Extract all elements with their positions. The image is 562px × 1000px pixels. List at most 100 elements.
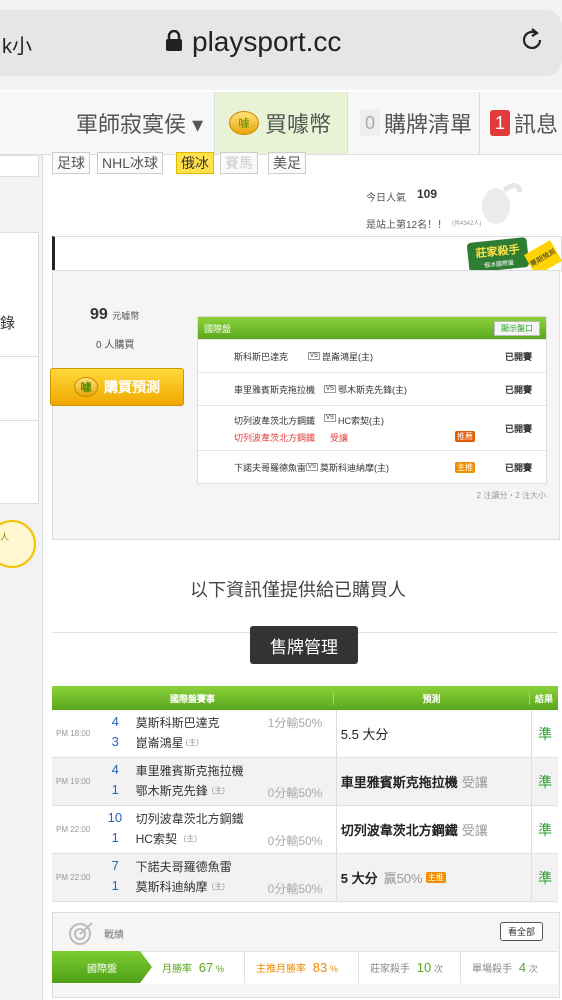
- picks-header-label: 國際盤: [204, 323, 232, 334]
- home-team: 崑崙鴻星: [135, 736, 184, 750]
- row-game: 10 切列波韋茨北方鋼鐵 1 HC索契 (主) 0分輸50%: [100, 806, 337, 853]
- pick-status: 已開賽: [504, 384, 532, 395]
- stat-value: 83: [312, 960, 328, 975]
- stat-single-killer: 單場殺手 4 次: [472, 960, 538, 975]
- pick-status: 已開賽: [504, 423, 532, 434]
- buyer-count: 0 人購買: [96, 340, 135, 351]
- url-text: playsport.cc: [192, 26, 342, 57]
- pick-row: 斯科斯巴達克 VS 崑崙鴻星(主) 已開賽: [198, 339, 546, 372]
- stat-label: 莊家殺手: [370, 964, 410, 975]
- main-pick-tag: 主推: [425, 872, 446, 883]
- stat-unit: 次: [528, 964, 538, 974]
- row-prediction: 車里雅賓斯克拖拉機 受讓: [337, 758, 533, 805]
- pick-type: 受讓: [330, 433, 349, 443]
- row-result: 準: [538, 869, 553, 886]
- buyers-only-note: 以下資訊僅提供給已購買人: [190, 580, 406, 600]
- stat-label: 月勝率: [162, 964, 192, 975]
- table-row: PM 18:00 4 莫斯科斯巴達克 1分輸50% 3 崑崙鴻星 (主) 5.5…: [52, 710, 558, 758]
- pick-status: 已開賽: [504, 462, 532, 473]
- home-team: 鄂木斯克先鋒: [135, 784, 208, 798]
- badge-sub-text: 俄冰國際盤: [483, 259, 515, 270]
- record-tab-intl[interactable]: 國際盤: [52, 951, 152, 983]
- home-tag: (主): [211, 786, 225, 795]
- game-line: 0分輸50%: [267, 786, 323, 800]
- tab-khl[interactable]: 俄冰: [176, 152, 214, 174]
- tab-nhl[interactable]: NHL冰球: [97, 152, 164, 174]
- row-time: PM 22:00: [56, 825, 91, 834]
- home-tag: (主): [211, 882, 225, 891]
- sell-management-button[interactable]: 售牌管理: [250, 626, 358, 664]
- divider: [0, 420, 38, 421]
- row-prediction: 切列波韋茨北方鋼鐵 受讓: [337, 806, 533, 853]
- row-game: 4 莫斯科斯巴達克 1分輸50% 3 崑崙鴻星 (主): [100, 710, 337, 757]
- pick-row: 切列波韋茨北方鋼鐵 VS HC索契(主) 切列波韋茨北方鋼鐵 受讓 推薦 已開賽: [198, 405, 546, 450]
- reload-icon[interactable]: [518, 26, 546, 54]
- game-line: 0分輸50%: [267, 834, 323, 848]
- pick-home: 切列波韋茨北方鋼鐵: [234, 416, 316, 426]
- record-title: 戰績: [104, 930, 124, 941]
- prediction-value: 切列波韋茨北方鋼鐵: [340, 823, 458, 838]
- price-amount: 99: [90, 306, 108, 323]
- prediction-value: 5.5 大分: [340, 727, 389, 742]
- divider: [460, 951, 461, 983]
- header-result: 結果: [535, 693, 554, 704]
- messages-button[interactable]: 1 訊息: [490, 92, 558, 154]
- tab-soccer[interactable]: 足球: [52, 152, 90, 174]
- user-menu[interactable]: 軍師寂寞侯 ▾: [76, 92, 203, 154]
- view-all-button[interactable]: 看全部: [500, 922, 544, 941]
- row-result: 準: [538, 773, 553, 790]
- url-left-fragment: k小: [2, 36, 32, 58]
- vs-icon: VS: [324, 414, 337, 422]
- vs-icon: VS: [324, 385, 337, 393]
- away-team: 下諾夫哥羅德魚雷: [135, 860, 232, 874]
- games-table: 國際盤賽事 預測 結果 PM 18:00 4 莫斯科斯巴達克 1分輸50% 3 …: [52, 686, 558, 902]
- popularity-label: 今日人氣: [366, 193, 406, 204]
- prediction-value: 車里雅賓斯克拖拉機: [340, 775, 458, 790]
- stat-value: 4: [518, 960, 527, 975]
- popularity-rank: 是站上第12名！！: [366, 220, 448, 231]
- sidebar-menu: [0, 232, 39, 504]
- row-game: 7 下諾夫哥羅德魚雷 1 莫斯科迪納摩 (主) 0分輸50%: [100, 854, 337, 901]
- pick-team: 切列波韋茨北方鋼鐵: [234, 433, 316, 443]
- pick-status: 已開賽: [504, 351, 532, 362]
- price-unit: 元噱幣: [112, 311, 140, 321]
- stat-label: 單場殺手: [472, 964, 512, 975]
- pick-away: HC索契(主): [338, 416, 384, 426]
- game-line: 0分輸50%: [267, 882, 323, 896]
- home-tag: (主): [185, 738, 199, 747]
- row-prediction: 5 大分 贏50% 主推: [337, 854, 533, 901]
- vs-icon: VS: [308, 352, 321, 360]
- pick-home: 車里雅賓斯克拖拉機: [234, 384, 316, 395]
- home-team: 莫斯科迪納摩: [135, 880, 208, 894]
- messages-label: 訊息: [514, 112, 559, 137]
- buy-coin-button[interactable]: 噱 買噱幣: [215, 92, 347, 154]
- stat-unit: 次: [434, 964, 444, 974]
- buy-prediction-button[interactable]: 噱 購買預測: [50, 368, 184, 406]
- away-team: 車里雅賓斯克拖拉機: [135, 764, 244, 778]
- row-prediction: 5.5 大分: [337, 710, 533, 757]
- tab-horse[interactable]: 賽馬: [220, 152, 258, 174]
- stat-value: 10: [416, 960, 432, 975]
- nav-divider: [347, 92, 348, 154]
- stat-unit: %: [216, 964, 225, 974]
- show-odds-button[interactable]: 顯示盤口: [494, 321, 540, 336]
- stat-main-monthly-win: 主推月勝率 83 %: [256, 960, 338, 975]
- tab-nfl[interactable]: 美足: [268, 152, 306, 174]
- picks-table: 國際盤 顯示盤口 斯科斯巴達克 VS 崑崙鴻星(主) 已開賽 車里雅賓斯克拖拉機…: [197, 316, 547, 484]
- popularity-value: 109: [417, 187, 438, 201]
- sidebar-item[interactable]: 錄: [0, 312, 15, 333]
- home-tag: (主): [183, 834, 197, 843]
- table-row: PM 22:00 7 下諾夫哥羅德魚雷 1 莫斯科迪納摩 (主) 0分輸50% …: [52, 854, 558, 902]
- pick-home: 下諾夫哥羅德魚雷: [234, 462, 307, 473]
- coin-icon: 噱: [229, 111, 259, 135]
- game-line: 1分輸50%: [267, 716, 323, 730]
- stat-bookmaker-killer: 莊家殺手 10 次: [370, 960, 443, 975]
- home-number: 1: [111, 782, 119, 797]
- away-number: 7: [111, 858, 119, 873]
- home-number: 1: [111, 878, 119, 893]
- nav-divider: [479, 92, 480, 154]
- pick-away: 崑崙鴻星(主): [322, 351, 373, 362]
- table-row: PM 22:00 10 切列波韋茨北方鋼鐵 1 HC索契 (主) 0分輸50% …: [52, 806, 558, 854]
- cart-button[interactable]: 0 購牌清單: [360, 92, 472, 154]
- divider: [0, 356, 38, 357]
